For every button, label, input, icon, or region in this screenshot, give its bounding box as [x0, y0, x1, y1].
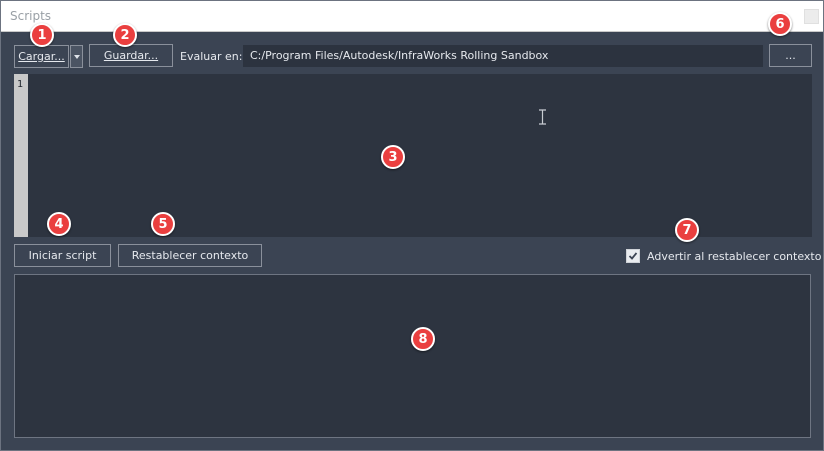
- script-editor[interactable]: 1: [14, 74, 812, 237]
- line-number: 1: [17, 79, 24, 90]
- save-button-label: Guardar...: [103, 49, 159, 62]
- callout-marker: 7: [675, 218, 699, 242]
- line-number-gutter: 1: [14, 74, 28, 237]
- text-cursor-icon: [539, 109, 546, 125]
- load-dropdown-arrow[interactable]: [70, 45, 83, 68]
- evaluate-in-label: Evaluar en:: [180, 50, 243, 63]
- callout-marker: 5: [151, 212, 175, 236]
- scripts-window: Scripts Cargar... Guardar... Evaluar en:…: [0, 0, 824, 451]
- reset-context-button[interactable]: Restablecer contexto: [118, 244, 262, 267]
- callout-marker: 8: [411, 327, 435, 351]
- load-button-label: Cargar...: [18, 50, 65, 63]
- warn-on-reset-option[interactable]: Advertir al restablecer contexto: [626, 248, 821, 264]
- warn-on-reset-label: Advertir al restablecer contexto: [647, 249, 822, 263]
- window-title: Scripts: [10, 9, 52, 23]
- close-button[interactable]: [804, 9, 819, 24]
- script-editor-text-area[interactable]: [28, 74, 812, 237]
- load-button[interactable]: Cargar...: [14, 45, 69, 68]
- evaluate-in-path-field[interactable]: C:/Program Files/Autodesk/InfraWorks Rol…: [243, 45, 763, 67]
- output-console[interactable]: [14, 274, 811, 438]
- callout-marker: 2: [113, 23, 137, 47]
- callout-marker: 6: [768, 12, 792, 36]
- callout-marker: 3: [381, 145, 405, 169]
- callout-marker: 4: [47, 212, 71, 236]
- browse-button[interactable]: ...: [769, 44, 812, 67]
- checkmark-icon: [628, 252, 638, 260]
- start-script-button[interactable]: Iniciar script: [14, 244, 111, 267]
- warn-on-reset-checkbox[interactable]: [626, 249, 640, 263]
- callout-marker: 1: [30, 23, 54, 47]
- save-button[interactable]: Guardar...: [89, 44, 173, 67]
